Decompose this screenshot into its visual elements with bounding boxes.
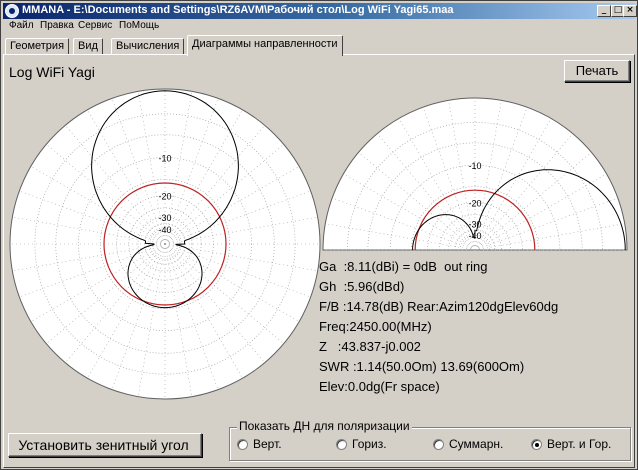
menu-help[interactable]: ПоМощь: [119, 20, 159, 31]
ring-label: -20: [158, 192, 171, 202]
radio-vertical-dot[interactable]: [237, 438, 248, 450]
ring-label: -40: [158, 225, 171, 235]
swr: SWR :1.14(50.0Om) 13.69(600Om): [319, 359, 525, 374]
radio-total[interactable]: Суммарн.: [433, 437, 503, 451]
tab-geometry[interactable]: Геометрия: [5, 38, 70, 55]
radio-horizontal[interactable]: Гориз.: [336, 437, 387, 451]
tab-view[interactable]: Вид: [73, 38, 103, 55]
radio-vertical[interactable]: Верт.: [237, 437, 282, 451]
radio-vert-and-horiz[interactable]: Верт. и Гор.: [531, 437, 611, 451]
main-window: MMANA - E:\Documents and Settings\RZ6AVM…: [0, 0, 638, 470]
elevation-pattern-plot: -10-20-30-40: [322, 97, 628, 251]
title-bar[interactable]: MMANA - E:\Documents and Settings\RZ6AVM…: [3, 3, 637, 19]
mmana-app-icon[interactable]: [5, 4, 19, 18]
azimuth-pattern-plot: -10 -20 -30 -40: [9, 88, 321, 400]
gain-dbd: Gh :5.96(dBd): [319, 279, 405, 294]
frequency: Freq:2450.00(MHz): [319, 319, 432, 334]
print-button[interactable]: Печать: [564, 60, 630, 82]
menu-file[interactable]: Файл: [9, 20, 34, 31]
close-button[interactable]: ×: [623, 5, 637, 17]
ring-label: -10: [158, 153, 171, 163]
ring-label: -30: [158, 213, 171, 223]
ring-label: -20: [468, 199, 481, 209]
radio-total-label: Суммарн.: [449, 437, 504, 451]
front-back-ratio: F/B :14.78(dB) Rear:Azim120dgElev60dg: [319, 299, 559, 314]
menu-bar: Файл Правка Сервис ПоМощь: [3, 19, 635, 33]
radio-vert-and-horiz-dot[interactable]: [531, 438, 542, 450]
radio-total-dot[interactable]: [433, 438, 444, 450]
tab-patterns[interactable]: Диаграммы направленности: [187, 35, 343, 56]
polarization-group-title: Показать ДН для поляризации: [237, 419, 412, 433]
minimize-button[interactable]: _: [597, 5, 611, 17]
impedance: Z :43.837-j0.002: [319, 339, 421, 354]
radio-horizontal-dot[interactable]: [336, 438, 347, 450]
gain-dbi: Ga :8.11(dBi) = 0dB out ring: [319, 259, 488, 274]
radio-vert-and-horiz-label: Верт. и Гор.: [547, 437, 612, 451]
tab-calculations[interactable]: Вычисления: [111, 38, 185, 55]
window-title: MMANA - E:\Documents and Settings\RZ6AVM…: [22, 4, 454, 16]
ring-label: -10: [468, 161, 481, 171]
radio-vertical-label: Верт.: [253, 437, 282, 451]
radio-horizontal-label: Гориз.: [352, 437, 387, 451]
elevation-angle: Elev:0.0dg(Fr space): [319, 379, 440, 394]
antenna-name: Log WiFi Yagi: [9, 64, 95, 80]
set-zenith-angle-button[interactable]: Установить зенитный угол: [8, 433, 202, 457]
menu-edit[interactable]: Правка: [40, 20, 74, 31]
menu-service[interactable]: Сервис: [78, 20, 112, 31]
results-readout: Ga :8.11(dBi) = 0dB out ring Gh :5.96(dB…: [319, 257, 558, 397]
